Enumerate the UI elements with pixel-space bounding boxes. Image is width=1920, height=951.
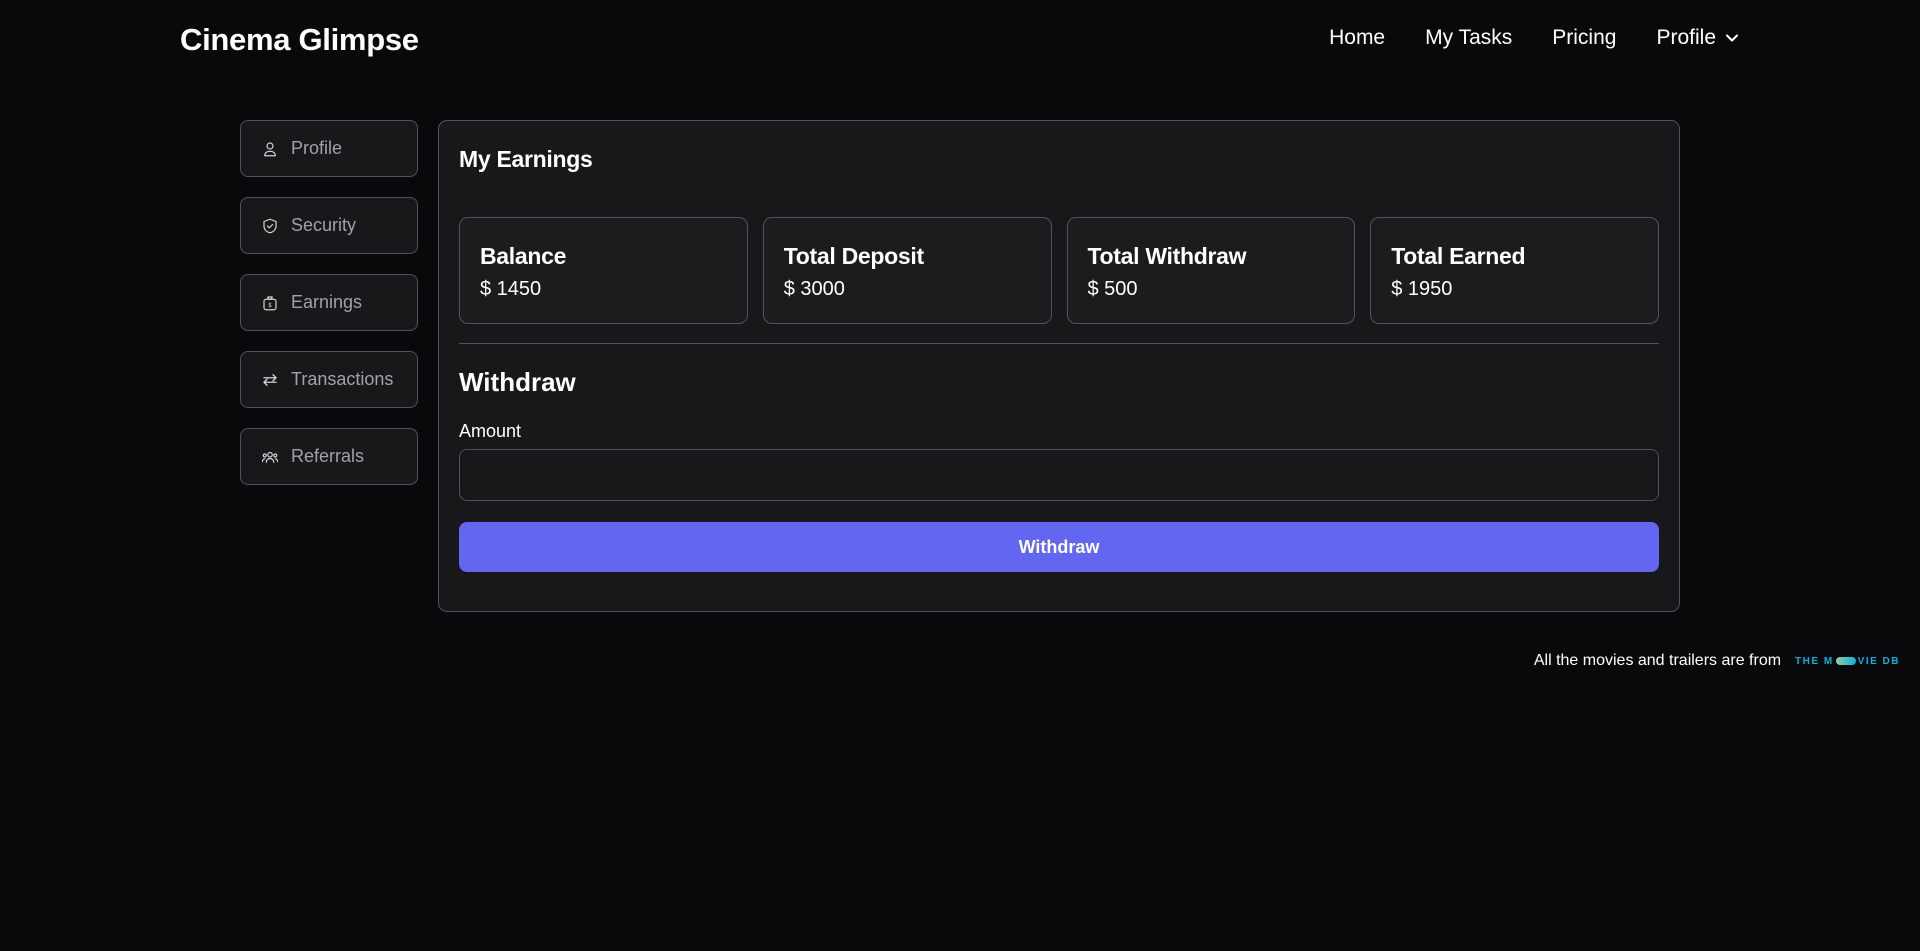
stat-label: Total Earned bbox=[1391, 243, 1526, 269]
chevron-down-icon bbox=[1725, 34, 1739, 42]
tmdb-logo-text-right: VIE DB bbox=[1857, 655, 1900, 667]
sidebar-item-security[interactable]: Security bbox=[240, 197, 418, 254]
nav-pricing-label: Pricing bbox=[1552, 26, 1617, 49]
stat-value: $ 500 bbox=[1087, 278, 1138, 300]
sidebar-item-earnings[interactable]: $ Earnings bbox=[240, 274, 418, 331]
stat-value: $ 3000 bbox=[783, 278, 845, 300]
users-icon bbox=[261, 448, 279, 466]
sidebar-item-label: Profile bbox=[291, 138, 343, 158]
shield-icon bbox=[261, 217, 279, 235]
sidebar-item-label: Transactions bbox=[291, 369, 394, 389]
stat-card-balance: Balance $ 1450 bbox=[459, 217, 748, 324]
footer-attribution: All the movies and trailers are from THE… bbox=[1534, 652, 1900, 670]
sidebar-item-transactions[interactable]: Transactions bbox=[240, 351, 418, 408]
arrows-exchange-icon bbox=[261, 371, 279, 389]
sidebar-item-label: Earnings bbox=[291, 292, 363, 312]
nav-profile-dropdown[interactable]: Profile bbox=[1656, 26, 1742, 50]
sidebar-item-profile[interactable]: Profile bbox=[240, 120, 418, 177]
app-logo[interactable]: Cinema Glimpse bbox=[180, 22, 419, 58]
earnings-panel: My Earnings Balance $ 1450 Total Deposit… bbox=[438, 120, 1680, 612]
stat-label: Total Withdraw bbox=[1087, 243, 1247, 269]
nav-my-tasks[interactable]: My Tasks bbox=[1425, 26, 1512, 50]
top-header: Cinema Glimpse Home My Tasks Pricing Pro… bbox=[0, 0, 1920, 80]
tmdb-pill-icon bbox=[1835, 657, 1856, 665]
stat-value: $ 1450 bbox=[480, 278, 542, 300]
amount-input[interactable] bbox=[459, 449, 1659, 501]
sidebar-item-referrals[interactable]: Referrals bbox=[240, 428, 418, 485]
money-bag-icon: $ bbox=[261, 294, 279, 312]
nav-profile-label: Profile bbox=[1656, 26, 1716, 49]
nav-home[interactable]: Home bbox=[1329, 26, 1385, 50]
nav-home-label: Home bbox=[1329, 26, 1386, 49]
amount-label: Amount bbox=[459, 421, 522, 441]
sidebar-item-label: Security bbox=[291, 215, 357, 235]
sidebar-item-label: Referrals bbox=[291, 446, 365, 466]
footer-text: All the movies and trailers are from bbox=[1533, 652, 1782, 669]
stat-label: Balance bbox=[480, 243, 567, 269]
section-divider bbox=[459, 343, 1659, 344]
nav-my-tasks-label: My Tasks bbox=[1425, 26, 1513, 49]
stat-card-total-earned: Total Earned $ 1950 bbox=[1370, 217, 1659, 324]
sidebar: Profile Security $ Earnings Transactions… bbox=[240, 120, 418, 485]
tmdb-logo-text-left: THE M bbox=[1795, 655, 1834, 667]
stat-card-total-deposit: Total Deposit $ 3000 bbox=[762, 217, 1052, 324]
svg-text:$: $ bbox=[268, 302, 272, 309]
main-nav: Home My Tasks Pricing Profile bbox=[1329, 26, 1742, 50]
user-icon bbox=[261, 140, 279, 158]
stat-label: Total Deposit bbox=[783, 243, 924, 269]
tmdb-logo[interactable]: THE M VIE DB bbox=[1795, 656, 1900, 667]
stat-value: $ 1950 bbox=[1391, 278, 1453, 300]
stats-cards: Balance $ 1450 Total Deposit $ 3000 Tota… bbox=[459, 217, 1659, 324]
withdraw-button[interactable]: Withdraw bbox=[459, 522, 1659, 572]
page-title: My Earnings bbox=[459, 146, 593, 172]
nav-pricing[interactable]: Pricing bbox=[1552, 26, 1616, 50]
withdraw-section-title: Withdraw bbox=[459, 367, 576, 397]
stat-card-total-withdraw: Total Withdraw $ 500 bbox=[1066, 217, 1356, 324]
